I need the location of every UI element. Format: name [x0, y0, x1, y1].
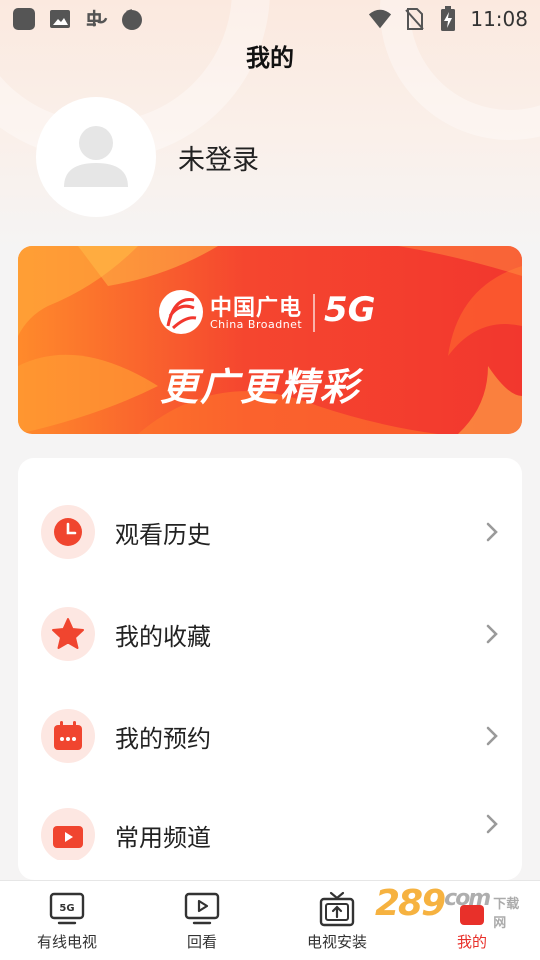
play-icon — [184, 892, 220, 925]
menu-item-favorites[interactable]: 我的收藏 — [18, 604, 522, 664]
chevron-right-icon — [486, 814, 498, 834]
menu-card: 观看历史 我的收藏 我的预约 常用频道 — [18, 458, 522, 880]
no-sim-icon — [402, 7, 426, 31]
app-icon — [12, 7, 36, 31]
icon-badge — [41, 709, 95, 763]
menu-item-favorite-channels[interactable]: 常用频道 — [18, 808, 522, 860]
chevron-right-icon — [486, 624, 498, 644]
banner-slogan: 更广更精彩 — [160, 365, 361, 409]
tab-playback[interactable]: 回看 — [142, 881, 262, 960]
icon-badge — [41, 505, 95, 559]
chevron-right-icon — [486, 522, 498, 542]
icon-badge — [41, 808, 95, 860]
clock-icon — [54, 518, 82, 546]
calendar-icon — [54, 721, 82, 750]
tab-cable-tv[interactable]: 5G 有线电视 — [7, 881, 127, 960]
banner-5g-badge: 5G — [324, 290, 376, 330]
menu-item-watch-history[interactable]: 观看历史 — [18, 502, 522, 562]
tv-upload-icon — [319, 891, 355, 927]
user-silhouette-icon — [64, 126, 128, 187]
watermark-domain: com — [444, 885, 491, 911]
star-icon — [52, 618, 84, 649]
tab-icon-wrap — [184, 891, 220, 927]
menu-label: 我的预约 — [115, 724, 211, 753]
page-title: 我的 — [246, 44, 294, 72]
status-bar: 11:08 — [0, 0, 540, 38]
circle-icon — [120, 7, 144, 31]
china-broadnet-logo-icon — [159, 290, 203, 334]
tv-icon — [53, 826, 83, 848]
promo-banner[interactable]: 中国广电 China Broadnet 5G 更广更精彩 — [18, 246, 522, 434]
tab-label: 我的 — [456, 933, 487, 951]
wifi-icon — [368, 7, 392, 31]
watermark-site: 下载网 — [493, 897, 520, 931]
image-icon — [48, 7, 72, 31]
battery-charging-icon — [436, 6, 460, 31]
menu-label: 我的收藏 — [115, 622, 211, 651]
tab-label: 回看 — [186, 933, 217, 951]
bug-icon — [84, 7, 108, 31]
banner-brand-en: China Broadnet — [210, 318, 303, 331]
menu-label: 常用频道 — [115, 824, 211, 852]
tab-label: 有线电视 — [36, 933, 97, 951]
tab-label: 电视安装 — [306, 933, 367, 951]
tab-icon-wrap: 5G — [49, 891, 85, 927]
tab-icon-badge: 5G — [59, 903, 74, 914]
site-watermark: 289 com 下载网 — [375, 880, 520, 932]
login-status-label[interactable]: 未登录 — [178, 138, 259, 177]
tab-icon-wrap — [319, 891, 355, 927]
menu-item-reservations[interactable]: 我的预约 — [18, 706, 522, 766]
5g-tv-icon: 5G — [49, 892, 85, 925]
profile-section[interactable]: 未登录 — [36, 97, 259, 217]
icon-badge — [41, 607, 95, 661]
chevron-right-icon — [486, 726, 498, 746]
avatar[interactable] — [36, 97, 156, 217]
status-time: 11:08 — [470, 7, 528, 31]
menu-label: 观看历史 — [115, 520, 211, 549]
watermark-main: 289 — [375, 882, 446, 924]
